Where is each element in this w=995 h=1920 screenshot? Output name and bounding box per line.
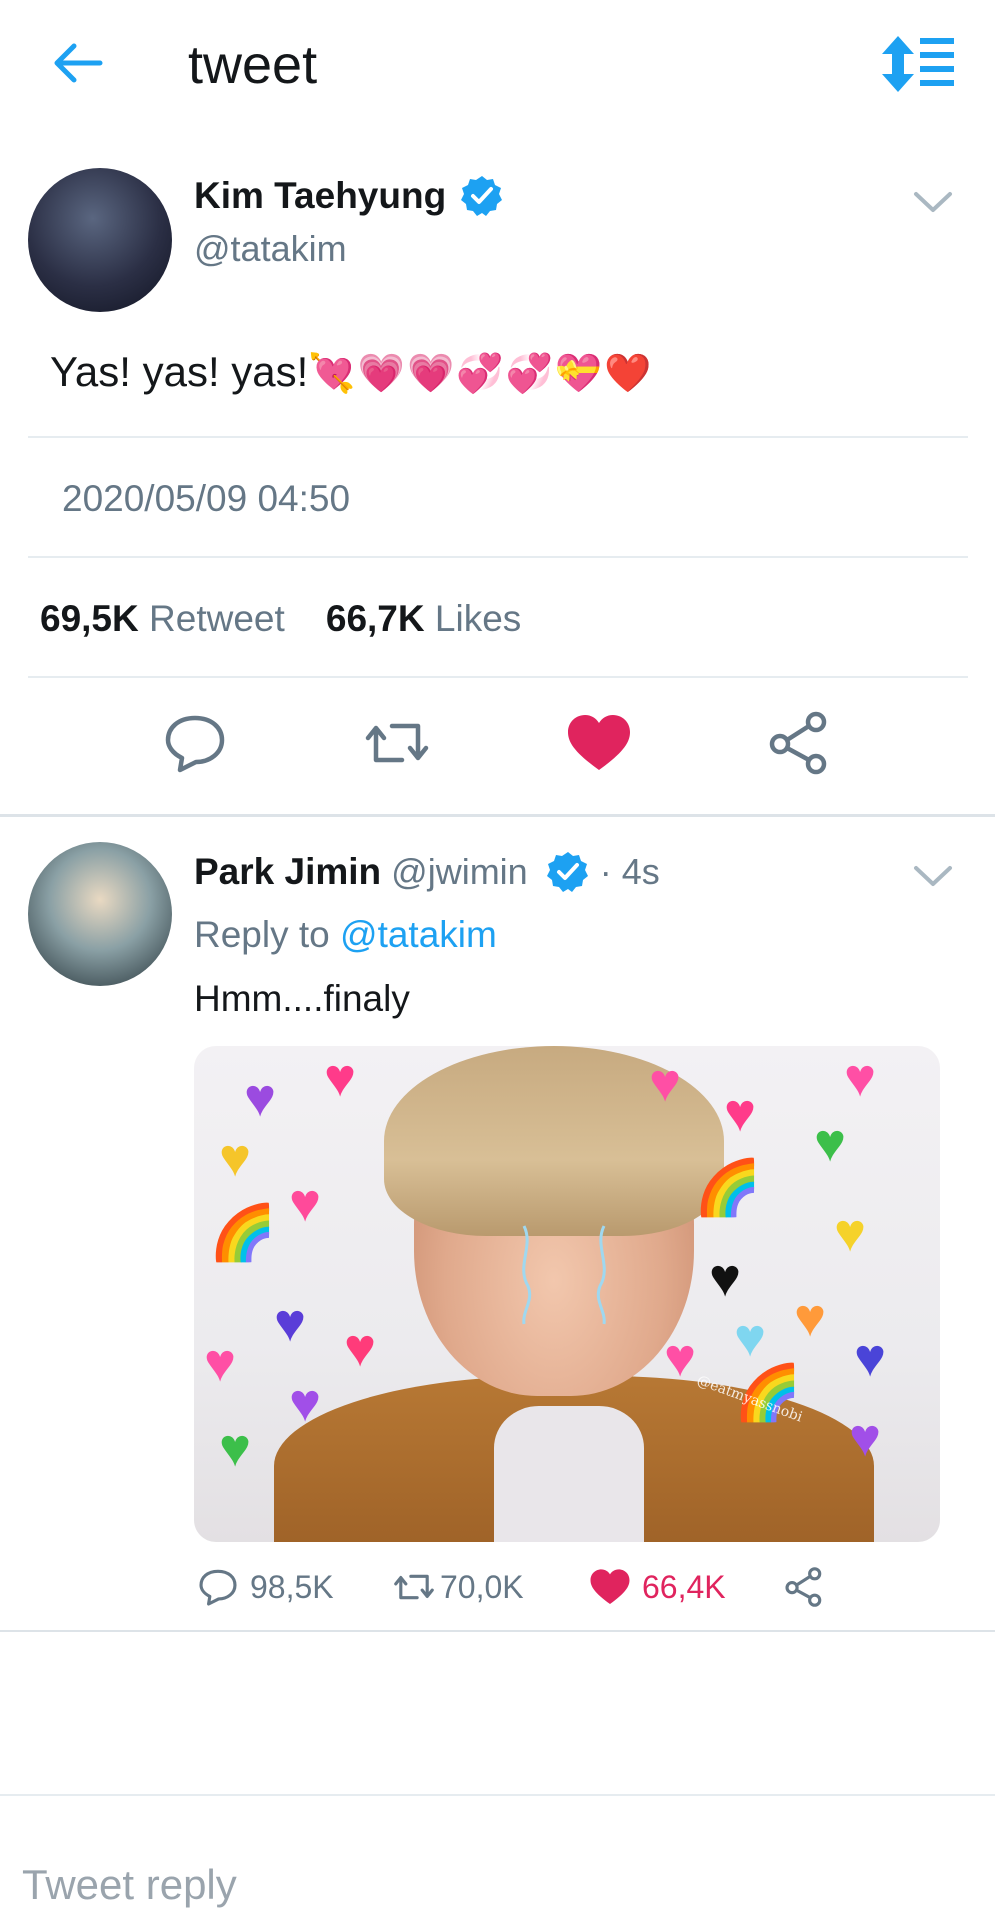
heart-arrow-icon: ♥: [344, 1318, 377, 1378]
rainbow-icon: 🌈: [209, 1203, 277, 1263]
verified-badge-icon: [461, 176, 503, 216]
pink-heart-icon: ♥: [289, 1173, 322, 1233]
composer-divider: [0, 1794, 995, 1796]
tweet-text-body: Yas! yas! yas!: [50, 348, 309, 395]
reply-count: 98,5K: [250, 1568, 334, 1605]
reply-time: · 4s: [599, 851, 660, 892]
share-icon: [785, 1567, 822, 1607]
reply-button[interactable]: 98,5K: [196, 1565, 334, 1609]
blue-heart-icon: ♥: [274, 1293, 307, 1353]
tweet-timestamp: 2020/05/09 04:50: [62, 478, 351, 519]
back-arrow-icon[interactable]: [48, 38, 108, 88]
page-title: tweet: [188, 35, 318, 95]
author-name-row: Kim Taehyung: [194, 174, 504, 218]
retweet-button[interactable]: 70,0K: [392, 1565, 524, 1609]
top-bar: tweet: [0, 0, 995, 130]
divider: [28, 676, 968, 678]
pink-heart-icon: ♥: [204, 1333, 237, 1393]
engagement-stats: 69,5K Retweet 66,7K Likes: [40, 598, 521, 640]
retweet-label[interactable]: Retweet: [149, 598, 285, 639]
like-count: 66,4K: [642, 1568, 726, 1605]
purple-heart-icon: ♥: [849, 1408, 882, 1468]
reply-text: Hmm....finaly: [194, 978, 410, 1019]
blue-heart-icon: ♥: [854, 1328, 887, 1388]
retweet-count[interactable]: 69,5K: [40, 598, 139, 639]
reply-icon[interactable]: [160, 708, 230, 778]
retweet-icon[interactable]: [362, 708, 432, 778]
chevron-down-icon[interactable]: [912, 860, 954, 890]
divider: [28, 556, 968, 558]
like-button[interactable]: 66,4K: [588, 1565, 726, 1609]
author-handle[interactable]: @tatakim: [194, 228, 347, 270]
reply-author-name[interactable]: Park Jimin: [194, 851, 381, 893]
tears-icon: [522, 1225, 606, 1325]
pink-heart-icon: ♥: [844, 1048, 877, 1108]
purple-heart-icon: ♥: [289, 1373, 322, 1433]
sort-icon[interactable]: [880, 34, 956, 94]
tweet-emoji: 💘💗💗💞💞💝❤️: [308, 353, 654, 395]
author-name[interactable]: Kim Taehyung: [194, 175, 446, 217]
reply-header: Park Jimin @jwimin · 4s: [194, 850, 660, 894]
orange-heart-icon: ♥: [794, 1288, 827, 1348]
like-heart-icon: [590, 1569, 630, 1604]
reply-icon: [199, 1569, 237, 1606]
reply-context: Reply to @tatakim: [194, 914, 497, 956]
green-heart-icon: ♥: [814, 1113, 847, 1173]
purple-heart-icon: ♥: [244, 1068, 277, 1128]
share-icon[interactable]: [764, 708, 834, 778]
reply-author-handle[interactable]: @jwimin: [391, 851, 528, 893]
reply-media-image[interactable]: ♥ ♥ ♥ ♥ 🌈 ♥ ♥ ♥ ♥ ♥ ♥ ♥ ♥ ♥ 🌈 ♥ ♥ ♥ ♥ ♥ …: [194, 1046, 940, 1542]
likes-count[interactable]: 66,7K: [326, 598, 425, 639]
pink-heart-icon: ♥: [324, 1048, 357, 1108]
rainbow-icon: 🌈: [694, 1158, 762, 1218]
divider: [0, 1630, 995, 1632]
likes-label[interactable]: Likes: [435, 598, 521, 639]
pink-heart-icon: ♥: [664, 1328, 697, 1388]
author-avatar[interactable]: [28, 168, 172, 312]
black-heart-icon: ♥: [709, 1248, 742, 1308]
retweet-icon: [394, 1574, 434, 1600]
tweet-text: Yas! yas! yas!💘💗💗💞💞💝❤️: [50, 348, 654, 396]
yellow-heart-icon: ♥: [219, 1128, 252, 1188]
verified-badge-icon: [546, 852, 588, 892]
reply-composer-input[interactable]: [22, 1855, 962, 1915]
pink-heart-icon: ♥: [724, 1083, 757, 1143]
chevron-down-icon[interactable]: [912, 186, 954, 216]
retweet-count: 70,0K: [440, 1568, 524, 1605]
reply-author-avatar[interactable]: [28, 842, 172, 986]
like-heart-icon[interactable]: [564, 708, 634, 778]
image-person-shirt: [494, 1406, 644, 1542]
section-divider: [0, 814, 995, 817]
cyan-heart-icon: ♥: [734, 1308, 767, 1368]
divider: [28, 436, 968, 438]
green-heart-icon: ♥: [219, 1418, 252, 1478]
reply-to-mention[interactable]: @tatakim: [340, 914, 497, 955]
pink-heart-icon: ♥: [649, 1053, 682, 1113]
yellow-heart-icon: ♥: [834, 1203, 867, 1263]
reply-to-label: Reply to: [194, 914, 330, 955]
share-button[interactable]: [782, 1565, 836, 1609]
